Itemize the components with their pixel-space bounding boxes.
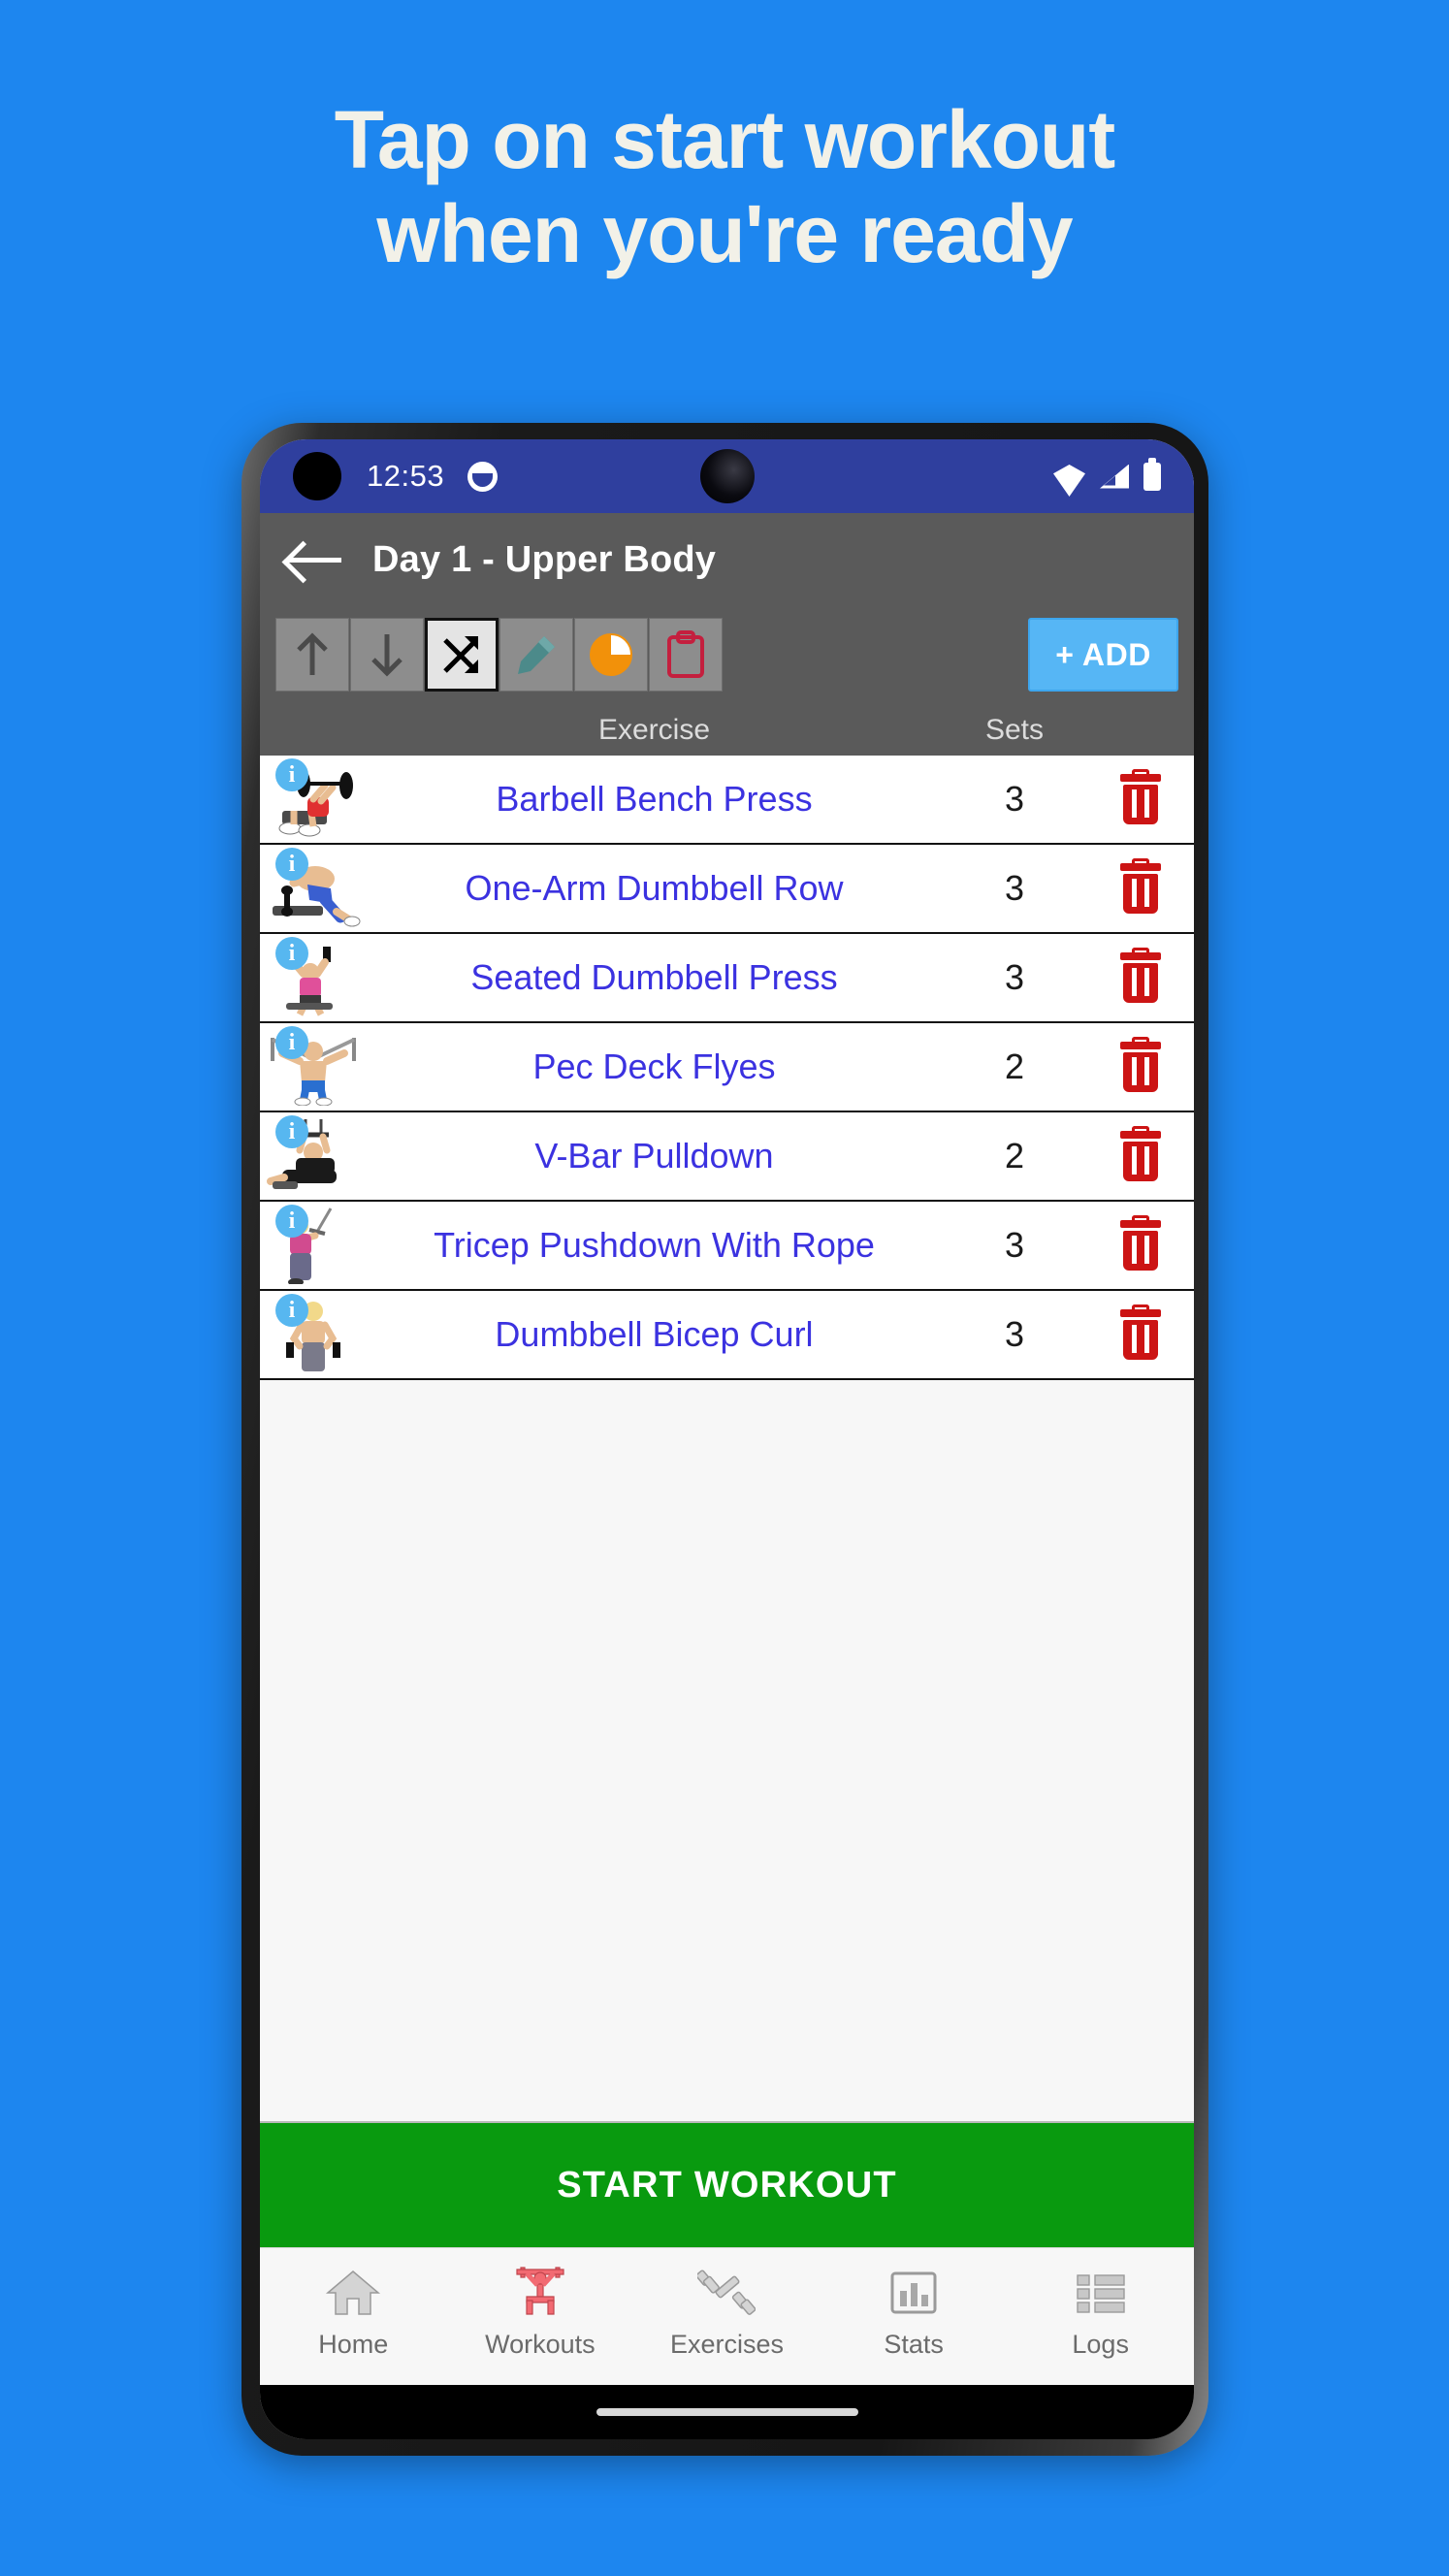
back-arrow-icon[interactable] bbox=[287, 540, 341, 579]
info-icon[interactable]: i bbox=[275, 937, 308, 970]
page-title: Day 1 - Upper Body bbox=[372, 538, 717, 580]
info-icon[interactable]: i bbox=[275, 1026, 308, 1059]
exercise-sets[interactable]: 3 bbox=[942, 957, 1087, 998]
delete-exercise-button[interactable] bbox=[1087, 1126, 1194, 1181]
tricep-pushdown-thumb[interactable]: i bbox=[260, 1203, 367, 1288]
delete-exercise-button[interactable] bbox=[1087, 1304, 1194, 1360]
gesture-pill[interactable] bbox=[596, 2408, 858, 2416]
chart-button[interactable] bbox=[574, 618, 648, 692]
notes-button[interactable] bbox=[649, 618, 723, 692]
exercise-sets[interactable]: 3 bbox=[942, 868, 1087, 909]
wifi-icon bbox=[1053, 465, 1085, 488]
trash-icon[interactable] bbox=[1118, 1304, 1163, 1360]
nav-item-home[interactable]: Home bbox=[260, 2260, 447, 2360]
info-icon[interactable]: i bbox=[275, 758, 308, 791]
exercise-sets[interactable]: 2 bbox=[942, 1136, 1087, 1176]
delete-exercise-button[interactable] bbox=[1087, 858, 1194, 914]
edit-button[interactable] bbox=[499, 618, 573, 692]
move-down-button[interactable] bbox=[350, 618, 424, 692]
add-exercise-button[interactable]: + ADD bbox=[1028, 618, 1178, 692]
cellular-signal-icon bbox=[1100, 464, 1129, 489]
exercise-sets[interactable]: 3 bbox=[942, 1314, 1087, 1355]
exercise-sets[interactable]: 3 bbox=[942, 779, 1087, 820]
exercise-sets[interactable]: 3 bbox=[942, 1225, 1087, 1266]
table-row[interactable]: i One-Arm Dumbbell Row 3 bbox=[260, 845, 1194, 934]
exercise-name[interactable]: Barbell Bench Press bbox=[367, 779, 942, 820]
nav-item-label: Home bbox=[318, 2330, 389, 2359]
bar-chart-icon bbox=[885, 2260, 943, 2326]
status-bar-icons bbox=[1053, 457, 1161, 491]
list-empty-area bbox=[260, 1380, 1194, 2123]
column-header-exercise: Exercise bbox=[597, 714, 711, 746]
delete-exercise-button[interactable] bbox=[1087, 1215, 1194, 1271]
phone-screen-bezel: 12:53 Day 1 - Upper Body + ADD Exercise … bbox=[260, 439, 1194, 2439]
notification-dot-icon bbox=[467, 461, 499, 492]
exercise-sets[interactable]: 2 bbox=[942, 1046, 1087, 1087]
info-icon[interactable]: i bbox=[275, 1115, 308, 1148]
table-row[interactable]: i Pec Deck Flyes 2 bbox=[260, 1023, 1194, 1112]
table-row[interactable]: i Barbell Bench Press 3 bbox=[260, 756, 1194, 845]
start-workout-button[interactable]: START WORKOUT bbox=[260, 2123, 1194, 2247]
trash-icon[interactable] bbox=[1118, 948, 1163, 1003]
exercise-list: i Barbell Bench Press 3 i One-Arm Dumbbe… bbox=[260, 756, 1194, 1380]
dumbbell-icon bbox=[697, 2260, 757, 2326]
bench-press-thumb[interactable]: i bbox=[260, 757, 367, 842]
front-camera-punch-hole bbox=[699, 449, 755, 503]
phone-frame: 12:53 Day 1 - Upper Body + ADD Exercise … bbox=[242, 423, 1208, 2456]
status-bar-clock: 12:53 bbox=[367, 459, 445, 493]
nav-item-label: Stats bbox=[884, 2330, 944, 2359]
bottom-navigation: Home Workouts Exercises Stats Logs bbox=[260, 2247, 1194, 2385]
exercise-name[interactable]: Pec Deck Flyes bbox=[367, 1046, 942, 1087]
promo-headline: Tap on start workout when you're ready bbox=[0, 93, 1449, 282]
status-bar: 12:53 bbox=[260, 439, 1194, 513]
table-column-headers: Exercise Sets bbox=[260, 705, 1194, 756]
trash-icon[interactable] bbox=[1118, 1037, 1163, 1092]
promo-headline-line2: when you're ready bbox=[376, 188, 1073, 280]
nav-item-stats[interactable]: Stats bbox=[821, 2260, 1008, 2360]
delete-exercise-button[interactable] bbox=[1087, 769, 1194, 824]
nav-item-label: Logs bbox=[1072, 2330, 1129, 2359]
home-icon bbox=[324, 2260, 382, 2326]
dumbbell-row-thumb[interactable]: i bbox=[260, 846, 367, 931]
front-camera-left bbox=[293, 452, 341, 500]
dumbbell-press-thumb[interactable]: i bbox=[260, 935, 367, 1020]
nav-item-logs[interactable]: Logs bbox=[1007, 2260, 1194, 2360]
delete-exercise-button[interactable] bbox=[1087, 1037, 1194, 1092]
app-bar: Day 1 - Upper Body bbox=[260, 513, 1194, 606]
table-row[interactable]: i Tricep Pushdown With Rope 3 bbox=[260, 1202, 1194, 1291]
pec-deck-thumb[interactable]: i bbox=[260, 1024, 367, 1110]
info-icon[interactable]: i bbox=[275, 1294, 308, 1327]
move-up-button[interactable] bbox=[275, 618, 349, 692]
info-icon[interactable]: i bbox=[275, 848, 308, 881]
table-row[interactable]: i Dumbbell Bicep Curl 3 bbox=[260, 1291, 1194, 1380]
trash-icon[interactable] bbox=[1118, 858, 1163, 914]
table-row[interactable]: i V-Bar Pulldown 2 bbox=[260, 1112, 1194, 1202]
exercise-name[interactable]: Dumbbell Bicep Curl bbox=[367, 1314, 942, 1355]
table-row[interactable]: i Seated Dumbbell Press 3 bbox=[260, 934, 1194, 1023]
nav-item-label: Workouts bbox=[485, 2330, 596, 2359]
shuffle-button[interactable] bbox=[425, 618, 499, 692]
nav-item-exercises[interactable]: Exercises bbox=[633, 2260, 821, 2360]
exercise-name[interactable]: Seated Dumbbell Press bbox=[367, 957, 942, 998]
column-header-sets: Sets bbox=[984, 714, 1045, 746]
list-icon bbox=[1072, 2260, 1130, 2326]
delete-exercise-button[interactable] bbox=[1087, 948, 1194, 1003]
exercise-name[interactable]: One-Arm Dumbbell Row bbox=[367, 868, 942, 909]
lifter-icon bbox=[511, 2260, 569, 2326]
bicep-curl-thumb[interactable]: i bbox=[260, 1292, 367, 1377]
action-toolbar: + ADD bbox=[260, 606, 1194, 705]
app-screen: 12:53 Day 1 - Upper Body + ADD Exercise … bbox=[260, 439, 1194, 2439]
battery-icon bbox=[1143, 457, 1161, 491]
exercise-name[interactable]: V-Bar Pulldown bbox=[367, 1136, 942, 1176]
nav-item-workouts[interactable]: Workouts bbox=[447, 2260, 634, 2360]
exercise-name[interactable]: Tricep Pushdown With Rope bbox=[367, 1225, 942, 1266]
trash-icon[interactable] bbox=[1118, 1215, 1163, 1271]
promo-headline-line1: Tap on start workout bbox=[334, 94, 1115, 185]
gesture-nav-bar bbox=[260, 2385, 1194, 2439]
trash-icon[interactable] bbox=[1118, 769, 1163, 824]
pulldown-thumb[interactable]: i bbox=[260, 1113, 367, 1199]
nav-item-label: Exercises bbox=[669, 2330, 784, 2359]
trash-icon[interactable] bbox=[1118, 1126, 1163, 1181]
info-icon[interactable]: i bbox=[275, 1205, 308, 1238]
